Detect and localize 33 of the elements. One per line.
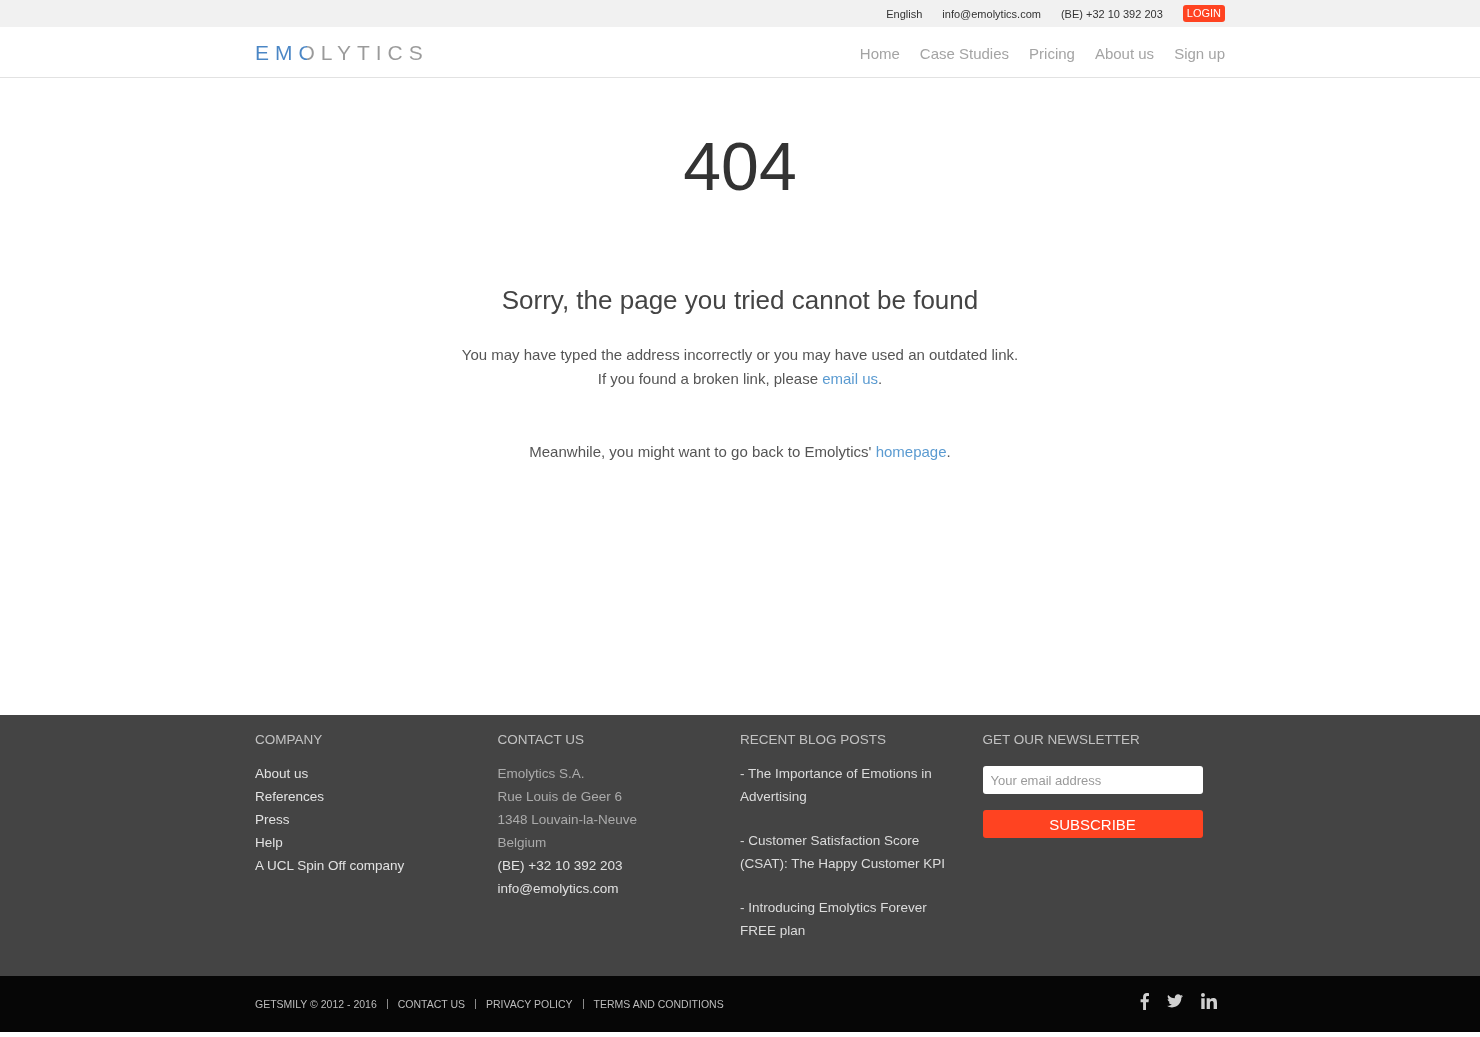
footer-link[interactable]: A UCL Spin Off company: [255, 854, 405, 877]
blog-post-link[interactable]: - Customer Satisfaction Score (CSAT): The Happy Customer KPI: [740, 829, 955, 875]
footer-text: 1348 Louvain-la-Neuve: [497, 811, 638, 829]
footer-link[interactable]: Press: [255, 808, 290, 831]
message-text: You may have typed the address incorrectly or you may have used an outdated link. If you found a broken link, please email us.: [460, 345, 1020, 389]
phone-link[interactable]: (BE) +32 10 392 203: [1060, 7, 1163, 20]
footer-link[interactable]: info@emolytics.com: [497, 877, 619, 900]
footer-heading: COMPANY: [255, 731, 323, 749]
message-text: Meanwhile, you might want to go back to Emolytics' homepage.: [528, 442, 952, 462]
copyright-text: GETSMILY © 2012 - 2016: [255, 998, 377, 1010]
error-code: 404: [682, 127, 798, 206]
blog-post-link[interactable]: - The Importance of Emotions in Advertising: [740, 762, 955, 808]
error-heading: Sorry, the page you tried cannot be found: [500, 284, 980, 317]
footer-heading: GET OUR NEWSLETTER: [982, 731, 1140, 749]
footer-text: Emolytics S.A.: [497, 765, 585, 783]
legal-link[interactable]: PRIVACY POLICY: [486, 998, 573, 1010]
email-link[interactable]: info@emolytics.com: [942, 7, 1041, 20]
footer-link[interactable]: References: [255, 785, 325, 808]
language-link[interactable]: English: [886, 7, 923, 20]
legal-link[interactable]: CONTACT US: [397, 998, 466, 1010]
linkedin-icon[interactable]: [1201, 993, 1217, 1009]
footer-text: Rue Louis de Geer 6: [497, 788, 623, 806]
footer-heading: RECENT BLOG POSTS: [740, 731, 887, 749]
email-input[interactable]: Your email address: [982, 766, 1203, 794]
bird-icon[interactable]: [1167, 994, 1183, 1008]
facebook-icon[interactable]: [1140, 992, 1149, 1010]
legal-link[interactable]: TERMS AND CONDITIONS: [593, 998, 724, 1010]
footer-link[interactable]: (BE) +32 10 392 203: [497, 854, 623, 877]
footer-link[interactable]: About us: [255, 762, 309, 785]
footer-text: Belgium: [497, 834, 547, 852]
footer-heading: CONTACT US: [497, 731, 584, 749]
footer-link[interactable]: Help: [255, 831, 283, 854]
blog-post-link[interactable]: - Introducing Emolytics Forever FREE plan: [740, 896, 955, 942]
